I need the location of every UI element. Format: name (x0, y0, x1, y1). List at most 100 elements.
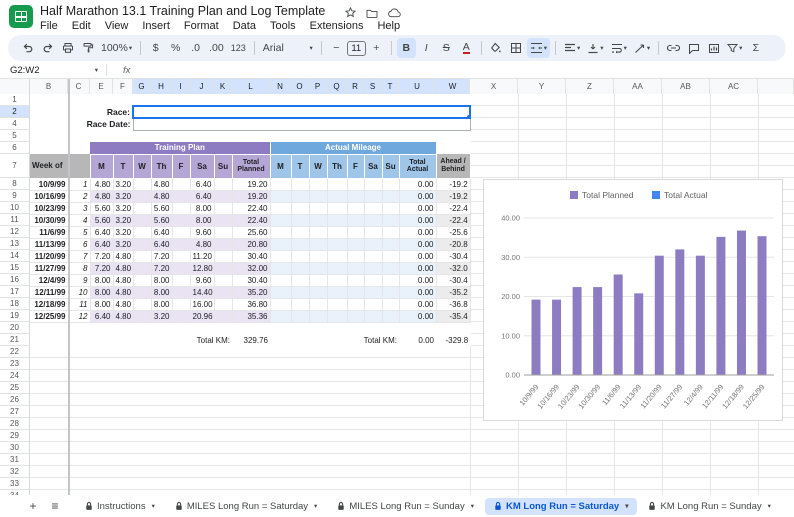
planned-cell[interactable] (214, 178, 232, 190)
ahead-behind-cell[interactable]: -22.4 (436, 214, 470, 226)
planned-cell[interactable] (133, 250, 151, 262)
ahead-behind-cell[interactable]: -30.4 (436, 250, 470, 262)
create-filter-button[interactable]: ▾ (724, 38, 745, 58)
total-planned-cell[interactable]: 30.40 (232, 250, 270, 262)
actual-cell[interactable] (382, 214, 399, 226)
column-header-AA[interactable]: AA (614, 79, 662, 94)
merge-cells-button[interactable]: ▾ (527, 38, 550, 58)
planned-cell[interactable] (214, 298, 232, 310)
week-of-cell[interactable]: 11/27/99 (30, 262, 68, 274)
planned-cell[interactable]: 8.00 (90, 286, 113, 298)
row-header-20[interactable]: 20 (0, 322, 30, 334)
print-button[interactable] (58, 38, 77, 58)
column-header-B[interactable]: B (30, 79, 68, 94)
total-actual-cell[interactable]: 0.00 (399, 238, 436, 250)
bold-button[interactable]: B (397, 38, 416, 58)
actual-cell[interactable] (291, 214, 309, 226)
tab-menu-caret[interactable]: ▾ (152, 502, 155, 510)
format-currency-button[interactable]: $ (146, 38, 165, 58)
row-header-13[interactable]: 13 (0, 238, 30, 250)
cell[interactable] (30, 106, 68, 118)
actual-cell[interactable] (270, 190, 291, 202)
actual-cell[interactable] (382, 250, 399, 262)
total-planned-cell[interactable]: 19.20 (232, 178, 270, 190)
column-header-X[interactable]: X (470, 79, 518, 94)
actual-cell[interactable] (270, 250, 291, 262)
column-header-R[interactable]: R (347, 79, 364, 94)
planned-cell[interactable] (172, 190, 190, 202)
week-of-cell[interactable]: 12/18/99 (30, 298, 68, 310)
week-of-cell[interactable]: 11/6/99 (30, 226, 68, 238)
week-of-cell[interactable]: 10/23/99 (30, 202, 68, 214)
actual-cell[interactable] (347, 178, 364, 190)
row-header-23[interactable]: 23 (0, 358, 30, 370)
planned-cell[interactable]: 8.00 (90, 274, 113, 286)
actual-cell[interactable] (291, 250, 309, 262)
column-header-G[interactable]: G (133, 79, 151, 94)
ahead-behind-cell[interactable]: -36.8 (436, 298, 470, 310)
actual-cell[interactable] (347, 274, 364, 286)
row-header-6[interactable]: 6 (0, 142, 30, 154)
total-actual-cell[interactable]: 0.00 (399, 250, 436, 262)
planned-cell[interactable] (172, 262, 190, 274)
total-actual-cell[interactable]: 0.00 (399, 214, 436, 226)
planned-cell[interactable] (214, 286, 232, 298)
planned-cell[interactable]: 5.60 (90, 202, 113, 214)
column-header-I[interactable]: I (172, 79, 190, 94)
ahead-behind-cell[interactable]: -19.2 (436, 178, 470, 190)
planned-cell[interactable] (172, 202, 190, 214)
insert-chart-button[interactable] (704, 38, 723, 58)
total-actual-cell[interactable]: 0.00 (399, 298, 436, 310)
planned-cell[interactable]: 3.20 (113, 178, 133, 190)
actual-cell[interactable] (364, 274, 382, 286)
row-header-24[interactable]: 24 (0, 370, 30, 382)
insert-comment-button[interactable] (684, 38, 703, 58)
actual-cell[interactable] (291, 238, 309, 250)
actual-cell[interactable] (364, 310, 382, 322)
row-header-26[interactable]: 26 (0, 394, 30, 406)
actual-cell[interactable] (270, 226, 291, 238)
planned-cell[interactable]: 3.20 (113, 226, 133, 238)
row-header-15[interactable]: 15 (0, 262, 30, 274)
actual-cell[interactable] (309, 226, 327, 238)
week-of-cell[interactable]: 11/20/99 (30, 250, 68, 262)
total-planned-cell[interactable]: 22.40 (232, 214, 270, 226)
column-header-S[interactable]: S (364, 79, 382, 94)
select-all-corner[interactable] (0, 79, 30, 94)
total-actual-cell[interactable]: 0.00 (399, 226, 436, 238)
planned-cell[interactable]: 12.80 (190, 262, 214, 274)
row-header-29[interactable]: 29 (0, 430, 30, 442)
planned-cell[interactable] (133, 190, 151, 202)
cell[interactable] (30, 94, 470, 106)
actual-cell[interactable] (309, 214, 327, 226)
column-header-K[interactable]: K (214, 79, 232, 94)
actual-cell[interactable] (327, 190, 347, 202)
add-sheet-button[interactable]: + (24, 497, 42, 515)
actual-cell[interactable] (364, 226, 382, 238)
cell[interactable] (436, 142, 470, 154)
week-of-cell[interactable]: 12/11/99 (30, 286, 68, 298)
more-formats-button[interactable]: 123 (228, 38, 249, 58)
cell[interactable] (30, 322, 470, 334)
planned-cell[interactable] (214, 310, 232, 322)
column-header-F[interactable]: F (113, 79, 133, 94)
planned-cell[interactable] (214, 274, 232, 286)
actual-cell[interactable] (309, 286, 327, 298)
column-header-AC[interactable]: AC (710, 79, 758, 94)
actual-cell[interactable] (270, 274, 291, 286)
actual-cell[interactable] (291, 310, 309, 322)
planned-cell[interactable]: 4.80 (113, 262, 133, 274)
actual-cell[interactable] (382, 226, 399, 238)
planned-cell[interactable]: 11.20 (190, 250, 214, 262)
planned-cell[interactable] (133, 298, 151, 310)
planned-cell[interactable]: 8.00 (190, 214, 214, 226)
menu-extensions[interactable]: Extensions (303, 19, 371, 33)
actual-cell[interactable] (382, 262, 399, 274)
planned-cell[interactable]: 7.20 (90, 262, 113, 274)
week-of-cell[interactable]: 10/9/99 (30, 178, 68, 190)
row-header-21[interactable]: 21 (0, 334, 30, 346)
actual-cell[interactable] (382, 310, 399, 322)
actual-cell[interactable] (291, 202, 309, 214)
planned-cell[interactable]: 5.60 (151, 202, 172, 214)
italic-button[interactable]: I (417, 38, 436, 58)
